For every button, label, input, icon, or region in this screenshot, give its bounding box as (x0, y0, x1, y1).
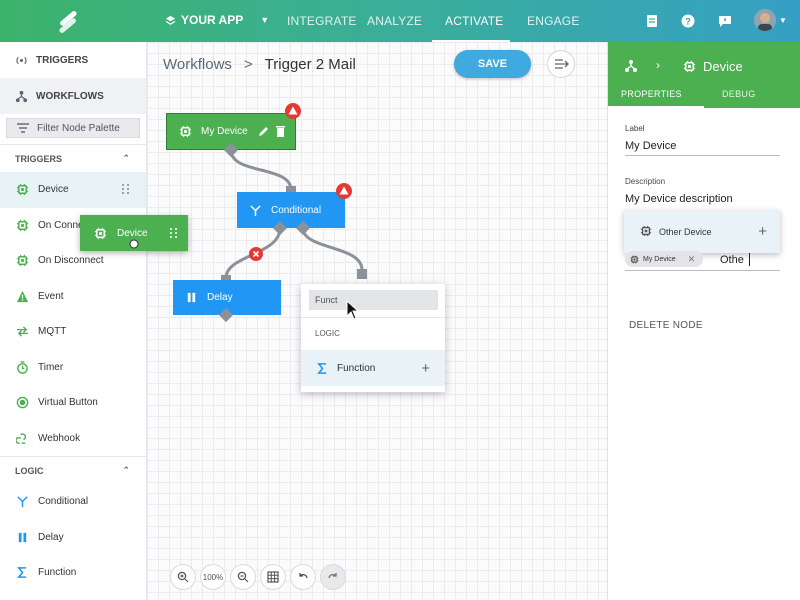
node-conditional[interactable]: Conditional (237, 192, 345, 228)
pause-icon (187, 292, 196, 303)
zoom-in-button[interactable] (170, 564, 196, 590)
dragging-device-node[interactable]: Device (80, 215, 188, 251)
edit-icon[interactable] (258, 126, 269, 137)
popup-option-function[interactable]: Function + (301, 350, 445, 386)
add-icon[interactable]: + (758, 223, 767, 240)
chip-remove-icon[interactable]: ✕ (688, 254, 696, 265)
branch-icon (250, 204, 261, 216)
chevron-right-icon: › (656, 58, 660, 72)
grab-cursor-icon (129, 239, 139, 249)
grid-icon (267, 571, 279, 583)
device-tag-input[interactable]: Othe (720, 254, 744, 266)
description-caption: Description (625, 177, 666, 186)
canvas-toolbar: 100% (170, 564, 346, 590)
properties-panel: › Device PROPERTIES DEBUG Label My Devic… (607, 42, 800, 600)
tab-debug[interactable]: DEBUG (722, 89, 756, 99)
device-chip: My Device ✕ (625, 251, 704, 267)
zoom-in-icon (177, 571, 189, 583)
device-suggestion-option[interactable]: Other Device + (624, 210, 780, 253)
zoom-out-button[interactable] (230, 564, 256, 590)
drag-handle-icon (170, 228, 177, 238)
grid-toggle-button[interactable] (260, 564, 286, 590)
redo-button[interactable] (320, 564, 346, 590)
chip-icon (179, 125, 192, 138)
zoom-out-icon (237, 571, 249, 583)
panel-header: › Device PROPERTIES DEBUG (608, 42, 800, 108)
label-field[interactable]: My Device (625, 140, 780, 156)
chip-icon (94, 227, 107, 239)
delete-node-button[interactable]: DELETE NODE (629, 320, 703, 331)
remove-connection-icon[interactable] (249, 247, 263, 261)
input-port[interactable] (357, 269, 367, 279)
redo-icon (328, 573, 337, 579)
tab-properties[interactable]: PROPERTIES (621, 89, 682, 99)
sigma-icon (317, 362, 327, 374)
mouse-cursor-icon (346, 300, 360, 320)
divider (301, 317, 445, 318)
label-caption: Label (625, 124, 645, 133)
add-icon[interactable]: + (421, 360, 430, 377)
text-caret (749, 253, 750, 266)
delete-icon[interactable] (276, 126, 285, 137)
add-node-popup: LOGIC Function + (301, 284, 445, 392)
undo-button[interactable] (290, 564, 316, 590)
chip-icon (630, 255, 639, 263)
node-warning-icon[interactable] (285, 103, 301, 119)
tag-input-underline (625, 270, 780, 271)
node-search-input[interactable] (309, 290, 438, 310)
panel-title: Device (703, 59, 743, 74)
popup-section-logic: LOGIC (315, 329, 340, 338)
chip-icon (683, 60, 696, 73)
workflow-icon[interactable] (624, 59, 638, 73)
description-field[interactable]: My Device description (625, 193, 780, 208)
node-warning-icon[interactable] (336, 183, 352, 199)
zoom-level[interactable]: 100% (200, 564, 226, 590)
chip-icon (640, 225, 652, 237)
undo-icon (299, 573, 308, 579)
active-tab-indicator (608, 106, 704, 108)
